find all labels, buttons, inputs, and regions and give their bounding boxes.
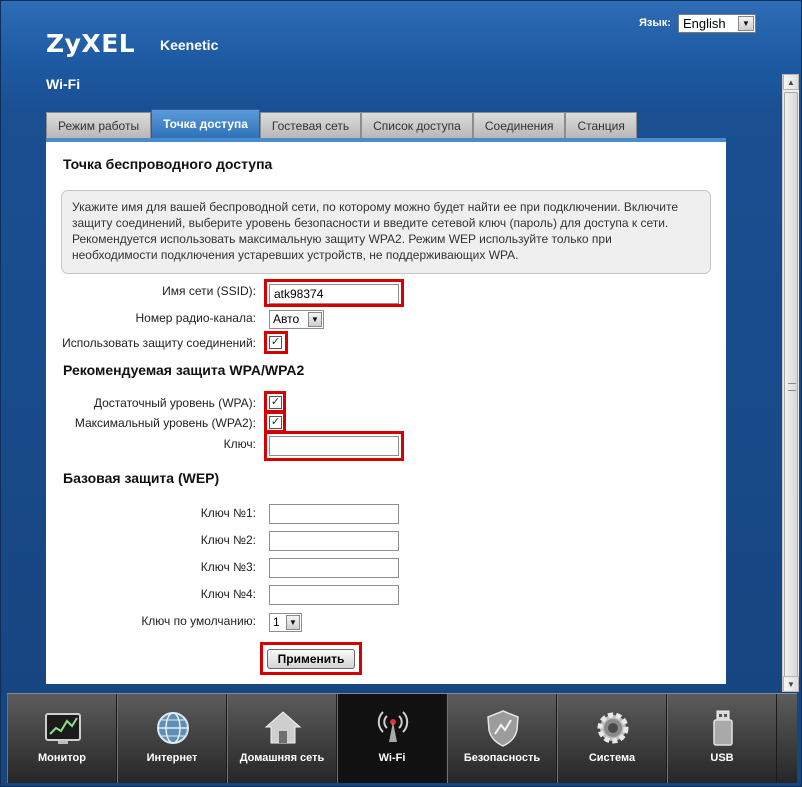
chevron-down-icon[interactable]: ▼ <box>286 615 300 630</box>
bottom-taskbar: Монитор Интернет Домашняя сеть Wi-Fi Без… <box>7 693 797 783</box>
scroll-up-icon[interactable]: ▲ <box>783 74 799 90</box>
model-name: Keenetic <box>160 37 219 53</box>
ssid-label: Имя сети (SSID): <box>162 284 256 298</box>
taskbar-home-network[interactable]: Домашняя сеть <box>227 694 337 783</box>
wep-key-1-label: Ключ №1: <box>200 506 256 520</box>
channel-value: Авто <box>273 312 300 326</box>
default-key-select[interactable]: 1 ▼ <box>269 613 302 632</box>
key-input[interactable] <box>269 436 399 456</box>
chevron-down-icon[interactable]: ▼ <box>308 312 322 327</box>
info-box: Укажите имя для вашей беспроводной сети,… <box>61 190 711 274</box>
wifi-tabs: Режим работы Точка доступа Гостевая сеть… <box>46 109 637 138</box>
default-key-label: Ключ по умолчанию: <box>141 614 256 628</box>
taskbar-internet-label: Интернет <box>146 752 198 764</box>
wifi-antenna-icon <box>377 711 409 742</box>
taskbar-monitor[interactable]: Монитор <box>7 694 117 783</box>
wep-key-3-label: Ключ №3: <box>200 560 256 574</box>
section-title-wpa: Рекомендуемая защита WPA/WPA2 <box>63 362 305 378</box>
wep-key-1-input[interactable] <box>269 504 399 524</box>
taskbar-security-label: Безопасность <box>463 752 541 764</box>
tab-connections[interactable]: Соединения <box>472 112 566 138</box>
language-value: English <box>683 16 726 31</box>
tab-access-list[interactable]: Список доступа <box>361 112 473 138</box>
channel-label: Номер радио-канала: <box>135 311 257 325</box>
home-icon <box>264 711 302 744</box>
language-label: Язык: <box>639 17 671 29</box>
taskbar-security[interactable]: Безопасность <box>447 694 557 783</box>
protection-checkbox[interactable]: ✓ <box>269 336 282 349</box>
scrollbar-thumb[interactable] <box>784 92 798 688</box>
usb-icon <box>713 710 733 746</box>
zyxel-logo: ZyXEL <box>46 29 136 58</box>
taskbar-usb-label: USB <box>710 752 734 764</box>
protection-label: Использовать защиту соединений: <box>62 336 256 350</box>
gear-icon <box>597 712 629 744</box>
taskbar-system[interactable]: Система <box>557 694 667 783</box>
wpa-checkbox[interactable]: ✓ <box>269 396 282 409</box>
tab-station[interactable]: Станция <box>565 112 637 138</box>
taskbar-monitor-label: Монитор <box>38 752 86 764</box>
taskbar-home-network-label: Домашняя сеть <box>239 752 325 764</box>
tab-guest-network[interactable]: Гостевая сеть <box>259 112 362 138</box>
page-title: Wi-Fi <box>46 76 81 92</box>
taskbar-internet[interactable]: Интернет <box>117 694 227 783</box>
section-title-access-point: Точка беспроводного доступа <box>63 156 273 172</box>
key-label: Ключ: <box>223 437 256 451</box>
apply-button[interactable]: Применить <box>267 649 355 669</box>
content-panel: Точка беспроводного доступа Укажите имя … <box>46 138 726 684</box>
wpa2-label: Максимальный уровень (WPA2): <box>74 416 256 430</box>
tab-access-point[interactable]: Точка доступа <box>151 109 260 138</box>
language-select[interactable]: English ▼ <box>678 14 756 33</box>
section-title-wep: Базовая защита (WEP) <box>63 470 220 486</box>
grip-icon <box>788 383 796 391</box>
shield-icon <box>487 710 519 747</box>
taskbar-usb[interactable]: USB <box>667 694 777 783</box>
wpa-label: Достаточный уровень (WPA): <box>93 396 256 410</box>
wep-key-2-label: Ключ №2: <box>200 533 256 547</box>
vertical-scrollbar[interactable]: ▲ ▼ <box>782 74 799 692</box>
wep-key-3-input[interactable] <box>269 558 399 578</box>
tab-mode[interactable]: Режим работы <box>46 112 152 138</box>
chevron-down-icon[interactable]: ▼ <box>738 16 754 31</box>
taskbar-system-label: Система <box>588 752 636 764</box>
wep-key-4-input[interactable] <box>269 585 399 605</box>
router-admin-window: ZyXEL Keenetic Язык: English ▼ Wi-Fi ▲ ▼… <box>0 0 802 787</box>
ssid-input[interactable]: atk98374 <box>269 284 399 304</box>
scroll-down-icon[interactable]: ▼ <box>783 676 799 692</box>
monitor-icon <box>45 713 81 744</box>
taskbar-wifi[interactable]: Wi-Fi <box>337 694 447 783</box>
wep-key-4-label: Ключ №4: <box>200 587 256 601</box>
wpa2-checkbox[interactable]: ✓ <box>269 416 282 429</box>
channel-select[interactable]: Авто ▼ <box>269 310 324 329</box>
wep-key-2-input[interactable] <box>269 531 399 551</box>
taskbar-wifi-label: Wi-Fi <box>378 752 406 764</box>
default-key-value: 1 <box>273 615 280 629</box>
globe-icon <box>157 712 189 744</box>
